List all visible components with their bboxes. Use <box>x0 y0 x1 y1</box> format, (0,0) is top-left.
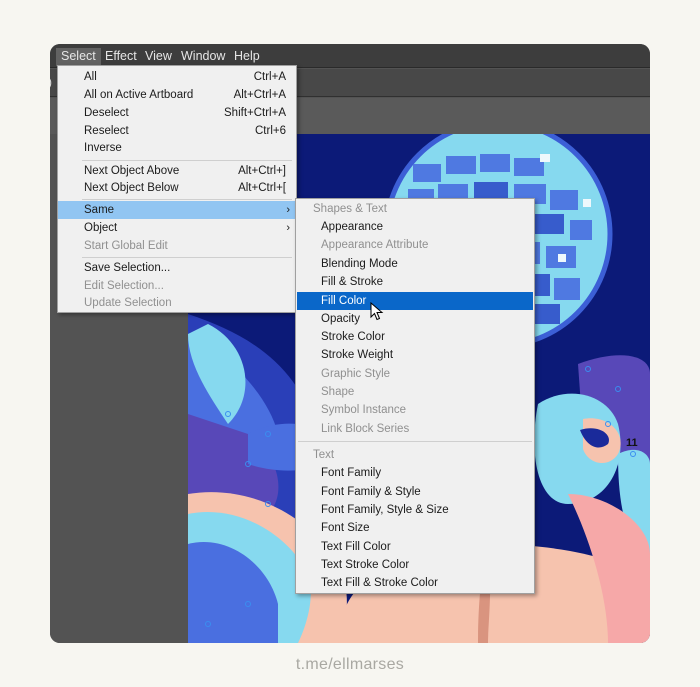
submenu-item-stroke-color[interactable]: Stroke Color <box>296 328 534 346</box>
menu-effect[interactable]: Effect <box>100 48 142 66</box>
menu-item-next-object-below[interactable]: Next Object Below Alt+Ctrl+[ <box>58 179 296 197</box>
menu-item-object[interactable]: Object › <box>58 219 296 237</box>
menu-separator <box>82 199 292 200</box>
menu-item-same[interactable]: Same › <box>58 201 296 219</box>
menu-item-label: Update Selection <box>84 297 172 309</box>
menu-item-next-object-above[interactable]: Next Object Above Alt+Ctrl+] <box>58 162 296 180</box>
submenu-item-shape[interactable]: Shape <box>296 383 534 401</box>
submenu-item-font-family[interactable]: Font Family <box>296 464 534 482</box>
menu-item-save-selection[interactable]: Save Selection... <box>58 259 296 277</box>
menu-item-label: Next Object Below <box>84 182 179 194</box>
submenu-item-text-fill-stroke-color[interactable]: Text Fill & Stroke Color <box>296 574 534 592</box>
menu-item-update-selection[interactable]: Update Selection <box>58 294 296 312</box>
menu-item-shortcut: Ctrl+A <box>253 71 286 83</box>
menu-item-shortcut: Ctrl+6 <box>255 125 286 137</box>
menu-item-label: Start Global Edit <box>84 240 168 252</box>
submenu-item-graphic-style[interactable]: Graphic Style <box>296 365 534 383</box>
menu-item-label: Save Selection... <box>84 262 171 274</box>
submenu-chevron-icon: › <box>286 222 290 234</box>
menu-item-label: All on Active Artboard <box>84 89 194 101</box>
menu-item-label: Reselect <box>84 125 129 137</box>
menu-item-shortcut: Alt+Ctrl+A <box>233 89 286 101</box>
submenu-chevron-icon: › <box>286 204 290 216</box>
menu-item-all[interactable]: All Ctrl+A <box>58 68 296 86</box>
submenu-item-symbol-instance[interactable]: Symbol Instance <box>296 401 534 419</box>
menu-item-all-on-artboard[interactable]: All on Active Artboard Alt+Ctrl+A <box>58 86 296 104</box>
menu-view[interactable]: View <box>140 48 177 66</box>
menu-window[interactable]: Window <box>176 48 230 66</box>
menu-item-shortcut: Shift+Ctrl+A <box>224 107 286 119</box>
menu-separator <box>82 160 292 161</box>
menu-item-edit-selection[interactable]: Edit Selection... <box>58 277 296 295</box>
menu-select[interactable]: Select <box>56 48 101 66</box>
submenu-item-text-stroke-color[interactable]: Text Stroke Color <box>296 556 534 574</box>
submenu-section-header: Text <box>313 449 335 461</box>
menu-item-label: Same <box>84 204 115 216</box>
menu-item-label: Next Object Above <box>84 165 180 177</box>
menu-item-reselect[interactable]: Reselect Ctrl+6 <box>58 122 296 140</box>
submenu-item-fill-color[interactable]: Fill Color <box>297 292 533 310</box>
menu-item-shortcut: Alt+Ctrl+] <box>238 165 286 177</box>
submenu-item-link-block-series[interactable]: Link Block Series <box>296 420 534 438</box>
submenu-item-blending-mode[interactable]: Blending Mode <box>296 255 534 273</box>
artwork-number-label: 11 <box>626 437 638 449</box>
menu-help[interactable]: Help <box>229 48 265 66</box>
menu-item-shortcut: Alt+Ctrl+[ <box>238 182 286 194</box>
menu-separator <box>298 441 532 442</box>
menu-item-label: Edit Selection... <box>84 280 164 292</box>
submenu-section-header: Shapes & Text <box>313 203 387 215</box>
menu-item-start-global-edit[interactable]: Start Global Edit <box>58 237 296 255</box>
menu-item-deselect[interactable]: Deselect Shift+Ctrl+A <box>58 104 296 122</box>
mouse-cursor-icon <box>370 302 384 321</box>
submenu-item-fill-stroke[interactable]: Fill & Stroke <box>296 273 534 291</box>
submenu-item-font-family-style[interactable]: Font Family & Style <box>296 483 534 501</box>
menu-item-label: Object <box>84 222 118 234</box>
submenu-item-appearance-attribute[interactable]: Appearance Attribute <box>296 236 534 254</box>
menu-item-inverse[interactable]: Inverse <box>58 139 296 157</box>
caption-credit: t.me/ellmarses <box>295 656 405 673</box>
submenu-item-stroke-weight[interactable]: Stroke Weight <box>296 346 534 364</box>
menu-item-label: Deselect <box>84 107 129 119</box>
toolbar-glyph: ) <box>50 75 52 89</box>
select-menu: All Ctrl+A All on Active Artboard Alt+Ct… <box>57 65 297 313</box>
submenu-item-opacity[interactable]: Opacity <box>296 310 534 328</box>
submenu-item-text-fill-color[interactable]: Text Fill Color <box>296 538 534 556</box>
menu-item-label: Inverse <box>84 142 122 154</box>
submenu-item-appearance[interactable]: Appearance <box>296 218 534 236</box>
same-submenu: Shapes & Text Appearance Appearance Attr… <box>295 198 535 594</box>
menu-item-label: All <box>84 71 97 83</box>
menu-separator <box>82 257 292 258</box>
submenu-item-font-family-style-size[interactable]: Font Family, Style & Size <box>296 501 534 519</box>
submenu-item-font-size[interactable]: Font Size <box>296 519 534 537</box>
